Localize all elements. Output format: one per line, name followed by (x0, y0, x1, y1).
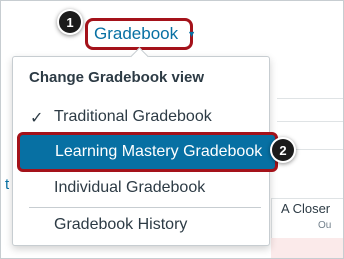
menu-pointer-arrow (130, 47, 149, 66)
background-link-fragment[interactable]: t (5, 176, 9, 193)
menu-item-label: Traditional Gradebook (54, 108, 212, 125)
assignment-column-subtitle: Ou (318, 220, 332, 231)
menu-item-label: Individual Gradebook (54, 179, 206, 196)
background-grid-line (277, 121, 343, 122)
menu-item-individual-gradebook[interactable]: Individual Gradebook (13, 173, 269, 203)
grade-cell[interactable] (271, 238, 343, 258)
gradebook-page: t A Closer Ou Gradebook ▼ 1 Change Grade… (0, 0, 344, 259)
assignment-column-title: A Closer (281, 201, 331, 216)
menu-item-label: Gradebook History (54, 216, 188, 233)
gradebook-view-menu: Change Gradebook view ✓ Traditional Grad… (12, 47, 278, 246)
chevron-down-icon: ▼ (187, 29, 197, 39)
menu-item-gradebook-history[interactable]: Gradebook History (13, 210, 269, 240)
checkmark-icon: ✓ (30, 110, 44, 127)
menu-divider (29, 207, 261, 208)
menu-item-traditional-gradebook[interactable]: ✓ Traditional Gradebook (13, 102, 269, 132)
menu-item-learning-mastery-gradebook[interactable]: Learning Mastery Gradebook (17, 132, 278, 172)
gradebook-menu-label: Gradebook (94, 24, 179, 43)
background-grid-line (277, 98, 343, 99)
gradebook-menu-button[interactable]: Gradebook ▼ (85, 18, 197, 50)
menu-item-label: Learning Mastery Gradebook (55, 143, 263, 160)
callout-1: 1 (59, 11, 81, 33)
menu-header: Change Gradebook view (29, 69, 205, 86)
callout-2: 2 (272, 139, 294, 161)
